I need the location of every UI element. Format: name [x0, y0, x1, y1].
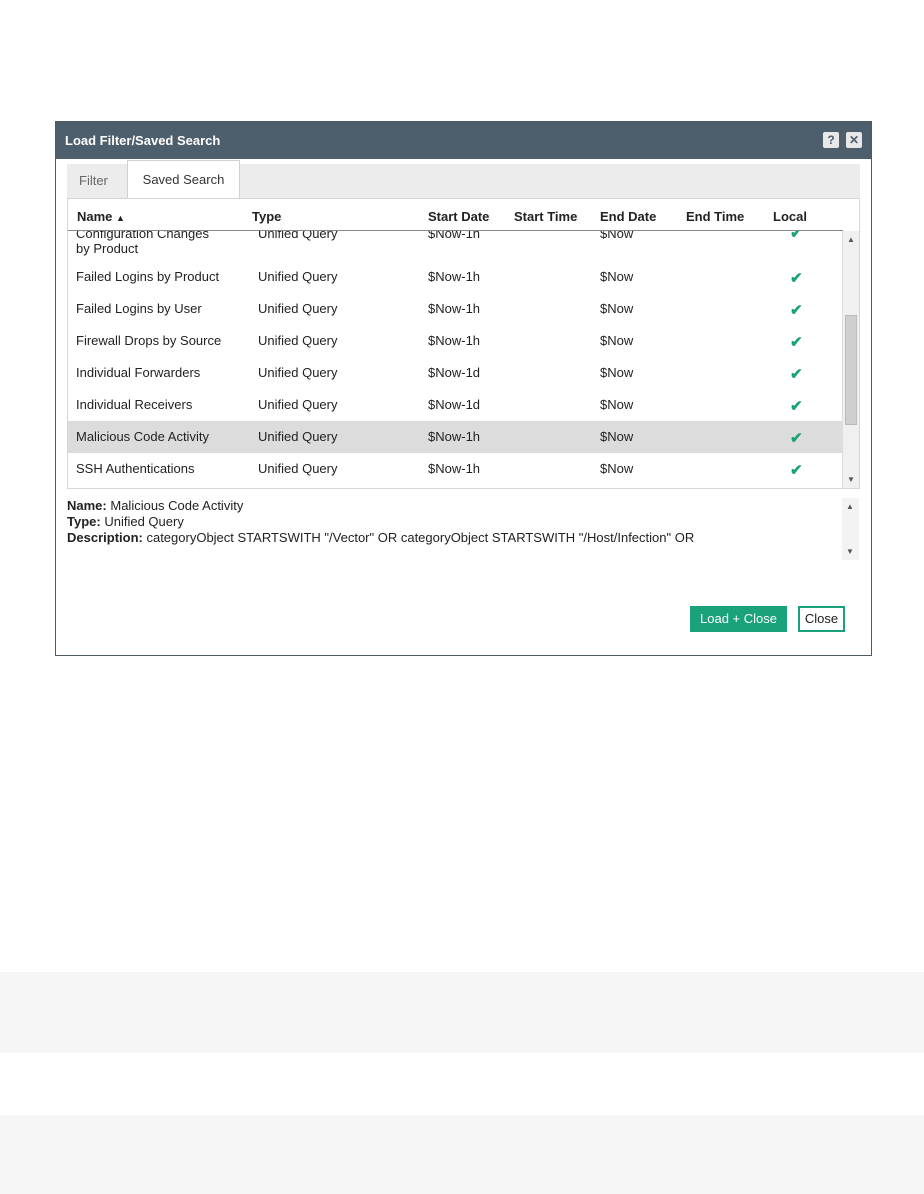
row-name: Firewall Drops by Source — [76, 333, 222, 348]
close-icon[interactable]: ✕ — [846, 132, 862, 148]
row-end-date: $Now — [600, 301, 634, 316]
row-start-date: $Now-1h — [428, 231, 481, 241]
tab-filter[interactable]: Filter — [79, 164, 108, 198]
row-name-line: by Product — [76, 241, 139, 256]
local-check-icon: ✔ — [790, 430, 803, 447]
column-header-start-date[interactable]: Start Date — [428, 209, 489, 224]
local-check-icon: ✔ — [790, 334, 803, 351]
detail-description-label: Description: — [67, 530, 143, 545]
row-end-date: $Now — [600, 365, 634, 380]
sort-ascending-icon: ▲ — [116, 213, 125, 223]
column-header-end-time[interactable]: End Time — [686, 209, 744, 224]
row-end-date: $Now — [600, 269, 634, 284]
scroll-down-arrow-icon[interactable]: ▼ — [843, 475, 859, 484]
local-check-icon: ✔ — [790, 270, 803, 287]
row-type: Unified Query — [258, 269, 338, 284]
row-name: Individual Forwarders — [76, 365, 201, 380]
detail-description-value: categoryObject STARTSWITH "/Vector" OR c… — [146, 530, 695, 545]
detail-name-label: Name: — [67, 498, 107, 513]
row-start-date: $Now-1h — [428, 461, 481, 476]
grid-vertical-scrollbar[interactable]: ▲ ▼ — [842, 231, 859, 488]
row-type: Unified Query — [258, 301, 338, 316]
row-name: Individual Receivers — [76, 397, 193, 412]
column-header-start-time[interactable]: Start Time — [514, 209, 577, 224]
row-start-date: $Now-1d — [428, 365, 481, 380]
column-header-name[interactable]: Name ▲ — [77, 209, 125, 224]
tab-strip: Filter Saved Search — [67, 160, 860, 198]
background-band — [0, 972, 924, 1053]
scroll-up-arrow-icon[interactable]: ▲ — [842, 502, 858, 511]
row-start-date: $Now-1h — [428, 301, 481, 316]
row-end-date: $Now — [600, 461, 634, 476]
row-type: Unified Query — [258, 429, 338, 444]
scrollbar-thumb[interactable] — [845, 315, 857, 425]
scroll-down-arrow-icon[interactable]: ▼ — [842, 547, 858, 556]
table-row[interactable]: Configuration Changes by Product Unified… — [68, 231, 843, 261]
local-check-icon: ✔ — [790, 462, 803, 479]
row-name: SSH Authentications — [76, 461, 195, 476]
table-row-selected[interactable]: Malicious Code Activity Unified Query $N… — [68, 421, 843, 453]
saved-search-grid: Name ▲ Type Start Date Start Time End Da… — [67, 198, 860, 489]
detail-type-label: Type: — [67, 514, 101, 529]
column-header-type[interactable]: Type — [252, 209, 281, 224]
row-end-date: $Now — [600, 231, 634, 241]
tab-saved-search[interactable]: Saved Search — [127, 160, 240, 198]
grid-header: Name ▲ Type Start Date Start Time End Da… — [68, 199, 843, 231]
local-check-icon: ✔ — [790, 398, 803, 415]
row-name: Failed Logins by Product — [76, 269, 220, 284]
row-end-date: $Now — [600, 397, 634, 412]
close-button[interactable]: Close — [798, 606, 845, 632]
column-header-end-date[interactable]: End Date — [600, 209, 656, 224]
scroll-up-arrow-icon[interactable]: ▲ — [843, 235, 859, 244]
help-icon[interactable]: ? — [823, 132, 839, 148]
row-type: Unified Query — [258, 461, 338, 476]
row-type: Unified Query — [258, 231, 338, 241]
row-start-date: $Now-1h — [428, 429, 481, 444]
local-check-icon: ✔ — [790, 366, 803, 383]
row-type: Unified Query — [258, 397, 338, 412]
grid-rows: Configuration Changes by Product Unified… — [68, 231, 843, 488]
table-row[interactable]: Failed Logins by User Unified Query $Now… — [68, 293, 843, 325]
table-row[interactable]: Failed Logins by Product Unified Query $… — [68, 261, 843, 293]
detail-type: Type: Unified Query — [67, 514, 842, 530]
row-type: Unified Query — [258, 365, 338, 380]
dialog-titlebar: Load Filter/Saved Search ? ✕ — [56, 122, 871, 159]
row-start-date: $Now-1h — [428, 333, 481, 348]
load-filter-dialog: Load Filter/Saved Search ? ✕ Filter Save… — [55, 121, 872, 656]
detail-type-value: Unified Query — [104, 514, 184, 529]
row-end-date: $Now — [600, 429, 634, 444]
row-type: Unified Query — [258, 333, 338, 348]
detail-description: Description: categoryObject STARTSWITH "… — [67, 530, 842, 546]
table-row[interactable]: Individual Forwarders Unified Query $Now… — [68, 357, 843, 389]
table-row[interactable]: Firewall Drops by Source Unified Query $… — [68, 325, 843, 357]
row-end-date: $Now — [600, 333, 634, 348]
row-name-line: Configuration Changes — [76, 231, 209, 241]
local-check-icon: ✔ — [790, 302, 803, 319]
load-close-button[interactable]: Load + Close — [690, 606, 787, 632]
row-name: Configuration Changes by Product — [76, 231, 209, 256]
row-name: Failed Logins by User — [76, 301, 202, 316]
column-header-local[interactable]: Local — [773, 209, 807, 224]
row-start-date: $Now-1d — [428, 397, 481, 412]
details-panel: Name: Malicious Code Activity Type: Unif… — [67, 498, 842, 560]
table-row[interactable]: Individual Receivers Unified Query $Now-… — [68, 389, 843, 421]
dialog-title: Load Filter/Saved Search — [65, 133, 221, 148]
column-name-label: Name — [77, 209, 113, 224]
row-name: Malicious Code Activity — [76, 429, 209, 444]
row-start-date: $Now-1h — [428, 269, 481, 284]
table-row[interactable]: SSH Authentications Unified Query $Now-1… — [68, 453, 843, 485]
details-scrollbar[interactable]: ▲ ▼ — [842, 498, 859, 560]
detail-name-value: Malicious Code Activity — [110, 498, 244, 513]
background-band — [0, 1115, 924, 1194]
local-check-icon: ✔ — [790, 231, 803, 242]
detail-name: Name: Malicious Code Activity — [67, 498, 842, 514]
